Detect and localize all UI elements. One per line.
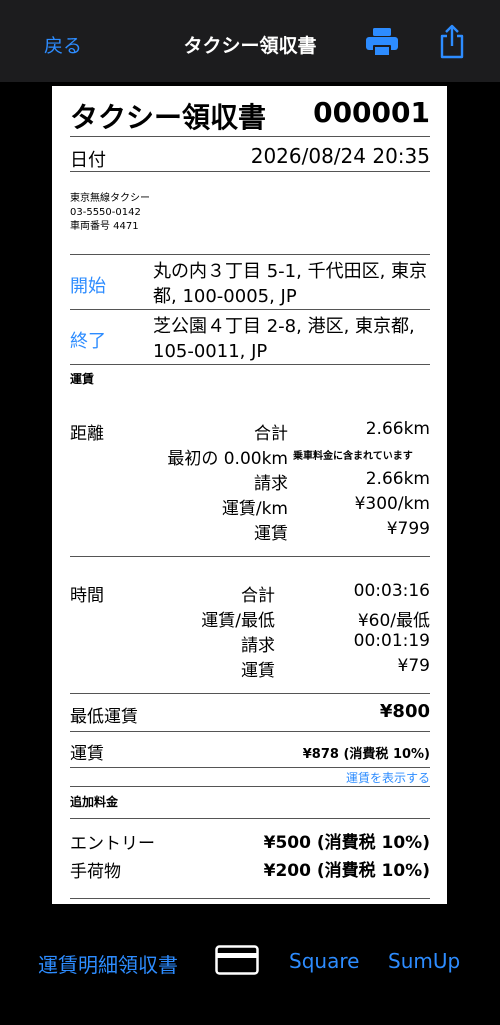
- distance-rate-label: 運賃/km: [221, 499, 288, 519]
- distance-total-label: 合計: [254, 424, 288, 444]
- credit-card-icon[interactable]: [215, 945, 259, 975]
- divider: [70, 898, 430, 899]
- company-phone: 03-5550-0142: [70, 207, 141, 218]
- extras-heading: 追加料金: [70, 795, 119, 809]
- itemized-receipt-button[interactable]: 運賃明細領収書: [38, 949, 178, 978]
- divider: [70, 818, 430, 819]
- distance-total-value: 2.66km: [365, 419, 430, 439]
- vehicle-number: 車両番号 4471: [70, 221, 139, 232]
- min-fare-label: 最低運賃: [70, 707, 138, 727]
- divider: [70, 171, 430, 172]
- min-fare-value: ¥800: [379, 701, 430, 722]
- printer-icon[interactable]: [364, 26, 400, 58]
- time-rate-label: 運賃/最低: [201, 611, 275, 631]
- fare-label: 運賃: [70, 744, 104, 764]
- receipt-number: 000001: [313, 96, 430, 129]
- fare-heading: 運賃: [70, 372, 95, 386]
- divider: [70, 693, 430, 694]
- time-billed-value: 00:01:19: [353, 631, 430, 651]
- distance-billed-value: 2.66km: [365, 469, 430, 489]
- end-address: 芝公園４丁目 2-8, 港区, 東京都, 105-0011, JP: [153, 316, 415, 362]
- start-label[interactable]: 開始: [70, 272, 106, 298]
- page-title: タクシー領収書: [183, 35, 317, 57]
- divider: [70, 731, 430, 732]
- receipt-title: タクシー領収書: [70, 101, 267, 134]
- divider: [70, 254, 430, 255]
- time-total-label: 合計: [241, 586, 275, 606]
- distance-rate-value: ¥300/km: [354, 494, 430, 514]
- luggage-value: ¥200 (消費税 10%): [263, 861, 430, 881]
- receipt-paper: タクシー領収書 000001 日付 2026/08/24 20:35 東京無線タ…: [52, 86, 447, 904]
- date-value: 2026/08/24 20:35: [250, 144, 430, 168]
- entry-label: エントリー: [70, 834, 155, 854]
- time-rate-value: ¥60/最低: [357, 611, 430, 631]
- date-label: 日付: [70, 150, 106, 171]
- divider: [70, 136, 430, 137]
- time-total-value: 00:03:16: [353, 581, 430, 601]
- navigation-bar: 戻る タクシー領収書: [0, 0, 500, 82]
- distance-fare-value: ¥799: [386, 519, 430, 539]
- company-name: 東京無線タクシー: [70, 193, 150, 204]
- luggage-label: 手荷物: [70, 862, 121, 882]
- distance-billed-label: 請求: [254, 474, 288, 494]
- distance-first-note: 乗車料金に含まれています: [293, 451, 413, 462]
- entry-value: ¥500 (消費税 10%): [263, 833, 430, 853]
- divider: [70, 786, 430, 787]
- time-billed-label: 請求: [241, 636, 275, 656]
- distance-first-label: 最初の 0.00km: [167, 449, 288, 469]
- divider: [70, 364, 430, 365]
- end-label[interactable]: 終了: [70, 327, 106, 353]
- time-fare-value: ¥79: [397, 656, 430, 676]
- sumup-button[interactable]: SumUp: [388, 949, 460, 973]
- fare-value: ¥878 (消費税 10%): [302, 747, 430, 762]
- company-info: 東京無線タクシー 03-5550-0142 車両番号 4471: [70, 192, 150, 234]
- distance-label: 距離: [70, 424, 104, 444]
- square-button[interactable]: Square: [289, 949, 359, 973]
- show-fare-link[interactable]: 運賃を表示する: [346, 769, 430, 786]
- start-address: 丸の内３丁目 5-1, 千代田区, 東京都, 100-0005, JP: [153, 261, 428, 307]
- divider: [70, 767, 430, 768]
- divider: [70, 309, 430, 310]
- divider: [70, 556, 430, 557]
- time-label: 時間: [70, 586, 104, 606]
- distance-fare-label: 運賃: [254, 524, 288, 544]
- time-fare-label: 運賃: [241, 661, 275, 681]
- share-icon[interactable]: [438, 24, 466, 60]
